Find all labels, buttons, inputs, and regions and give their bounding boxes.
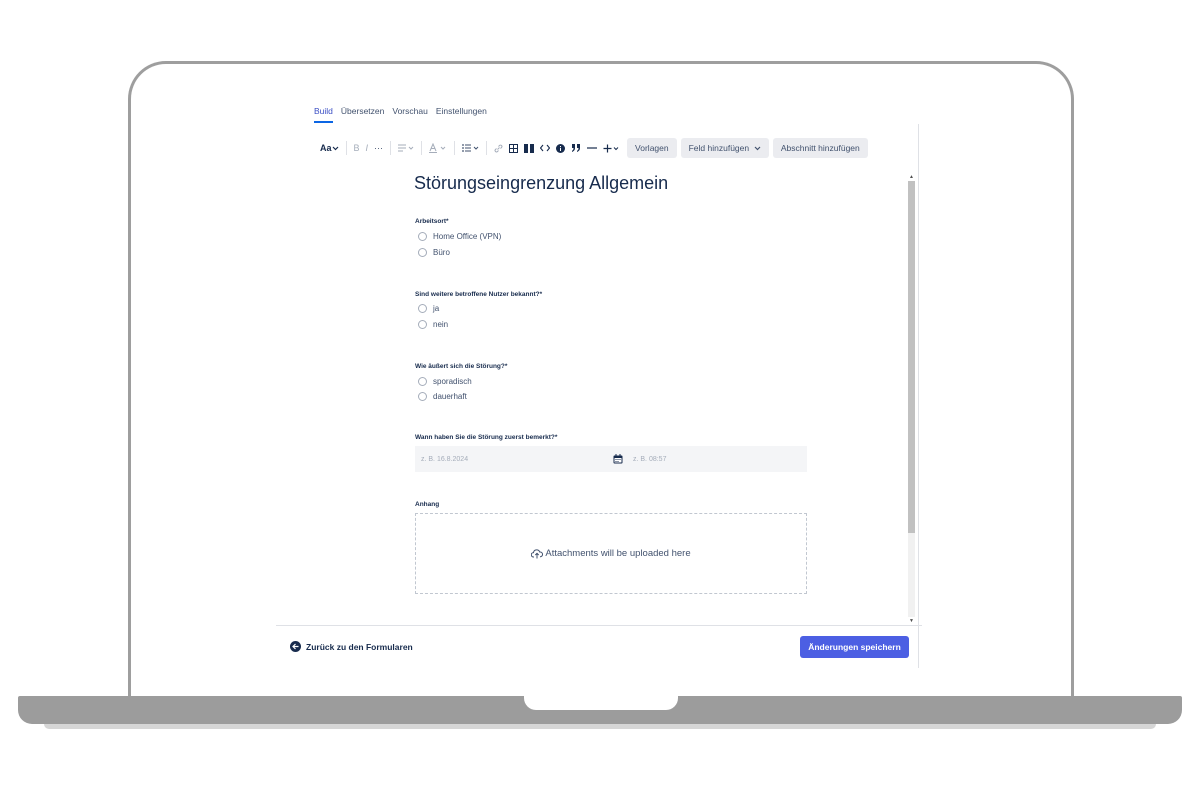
datetime-field: z. B. 16.8.2024 z. B. 08:57 xyxy=(415,446,807,472)
chevron-down-icon xyxy=(754,146,761,150)
info-panel-button[interactable] xyxy=(553,139,568,157)
radio-option-label: sporadisch xyxy=(433,377,472,386)
scroll-down-arrow-icon[interactable]: ▼ xyxy=(908,617,915,625)
field-label-work-location[interactable]: Arbeitsort* xyxy=(415,218,449,225)
bullet-list-icon xyxy=(462,144,479,152)
link-icon xyxy=(494,144,503,152)
back-to-forms-link[interactable]: Zurück zu den Formularen xyxy=(290,641,413,652)
cloud-upload-icon xyxy=(531,548,544,558)
radio-option-label: dauerhaft xyxy=(433,392,467,401)
tab-bar: Build Übersetzen Vorschau Einstellungen xyxy=(314,106,487,123)
attachment-dropzone[interactable]: Attachments will be uploaded here xyxy=(415,513,807,594)
radio-option[interactable]: ja xyxy=(418,304,439,313)
radio-option-label: ja xyxy=(433,304,440,313)
radio-button[interactable] xyxy=(418,232,427,241)
columns-icon xyxy=(524,143,535,153)
field-label-attachment[interactable]: Anhang xyxy=(415,501,439,508)
arrow-left-circle-icon xyxy=(290,641,301,652)
add-section-button[interactable]: Abschnitt hinzufügen xyxy=(772,138,868,158)
radio-button[interactable] xyxy=(418,320,427,329)
chevron-down-icon xyxy=(332,146,338,150)
field-label-fault-type[interactable]: Wie äußert sich die Störung?* xyxy=(415,363,507,370)
align-dropdown[interactable] xyxy=(395,139,417,157)
text-color-icon xyxy=(429,143,446,153)
add-field-label: Feld hinzufügen xyxy=(688,143,750,153)
radio-option[interactable]: Home Office (VPN) xyxy=(418,232,501,241)
text-style-dropdown[interactable]: Aa xyxy=(317,139,342,157)
link-button[interactable] xyxy=(491,139,506,157)
code-icon xyxy=(540,144,551,152)
back-link-label: Zurück zu den Formularen xyxy=(306,641,413,652)
table-button[interactable] xyxy=(506,139,521,157)
date-input[interactable]: z. B. 16.8.2024 xyxy=(415,456,611,463)
toolbar-divider xyxy=(421,141,423,155)
save-changes-button[interactable]: Änderungen speichern xyxy=(800,636,909,658)
list-dropdown[interactable] xyxy=(459,139,482,157)
add-field-button[interactable]: Feld hinzufügen xyxy=(680,138,769,158)
text-style-label: Aa xyxy=(320,143,332,153)
field-label-first-noticed[interactable]: Wann haben Sie die Störung zuerst bemerk… xyxy=(415,434,557,441)
editor-toolbar: Aa B I ··· Vorlagen Feld hinzufügen Absc… xyxy=(276,137,922,159)
toolbar-divider xyxy=(390,141,392,155)
calendar-icon[interactable] xyxy=(611,454,625,464)
bold-button[interactable]: B xyxy=(351,139,363,157)
templates-button[interactable]: Vorlagen xyxy=(627,138,677,158)
code-button[interactable] xyxy=(537,139,553,157)
footer-divider xyxy=(276,625,922,626)
radio-option-label: Büro xyxy=(433,248,450,257)
radio-button[interactable] xyxy=(418,304,427,313)
info-icon xyxy=(556,143,566,153)
tab-build[interactable]: Build xyxy=(314,106,333,123)
radio-option-label: Home Office (VPN) xyxy=(433,232,502,241)
field-label-affected-users[interactable]: Sind weitere betroffene Nutzer bekannt?* xyxy=(415,291,542,298)
quote-button[interactable] xyxy=(568,139,584,157)
editor-border xyxy=(918,124,919,668)
more-formatting-button[interactable]: ··· xyxy=(371,139,386,157)
layout-button[interactable] xyxy=(521,139,537,157)
horizontal-rule-icon xyxy=(587,147,598,149)
radio-option-label: nein xyxy=(433,320,449,329)
scroll-up-arrow-icon[interactable]: ▲ xyxy=(908,173,915,181)
divider-button[interactable] xyxy=(584,139,600,157)
radio-button[interactable] xyxy=(418,248,427,257)
plus-icon xyxy=(603,144,619,152)
radio-button[interactable] xyxy=(418,392,427,401)
insert-dropdown[interactable] xyxy=(600,139,623,157)
laptop-base-shadow xyxy=(44,724,1156,729)
dropzone-text: Attachments will be uploaded here xyxy=(545,548,691,559)
tab-settings[interactable]: Einstellungen xyxy=(436,106,487,123)
toolbar-divider xyxy=(454,141,456,155)
quote-icon xyxy=(572,144,581,152)
time-input[interactable]: z. B. 08:57 xyxy=(625,456,666,463)
radio-option[interactable]: nein xyxy=(418,320,448,329)
scroll-thumb[interactable] xyxy=(908,181,915,533)
radio-option[interactable]: sporadisch xyxy=(418,377,472,386)
tab-translate[interactable]: Übersetzen xyxy=(341,106,384,123)
italic-button[interactable]: I xyxy=(363,139,372,157)
form-title[interactable]: Störungseingrenzung Allgemein xyxy=(414,173,668,194)
radio-button[interactable] xyxy=(418,377,427,386)
toolbar-divider xyxy=(345,141,347,155)
table-icon xyxy=(509,143,519,153)
text-color-dropdown[interactable] xyxy=(426,139,450,157)
laptop-notch xyxy=(524,696,678,710)
align-icon xyxy=(398,144,414,152)
app-screen: Build Übersetzen Vorschau Einstellungen … xyxy=(276,100,922,670)
editor-scrollbar[interactable]: ▲ ▼ xyxy=(908,173,915,625)
radio-option[interactable]: Büro xyxy=(418,248,450,257)
radio-option[interactable]: dauerhaft xyxy=(418,392,467,401)
tab-preview[interactable]: Vorschau xyxy=(392,106,427,123)
toolbar-divider xyxy=(486,141,488,155)
